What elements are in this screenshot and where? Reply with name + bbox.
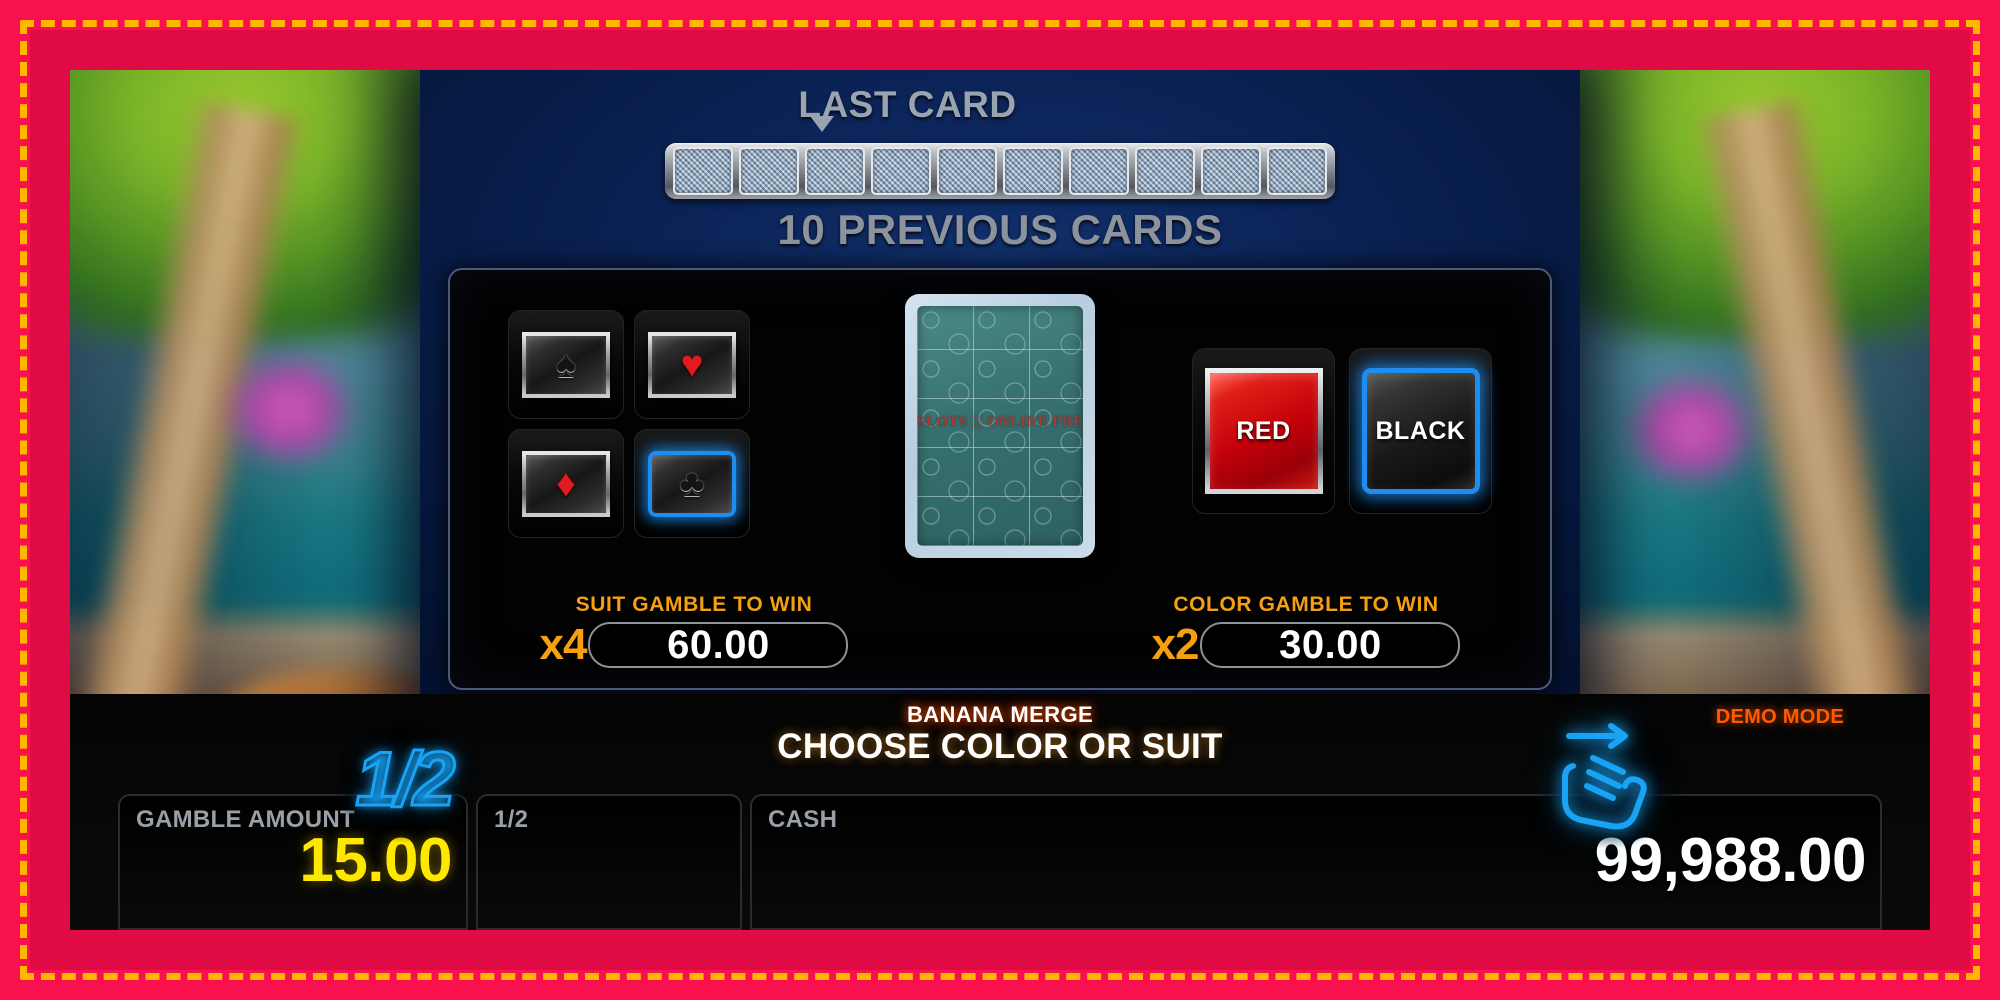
- color-gamble-row: x2 30.00: [1096, 620, 1516, 670]
- cash-value: 99,988.00: [1594, 826, 1867, 895]
- decorative-frame: LAST CARD 10 PREVIOUS CARDS ♠ ♥ ♦ ♣ SLOTS ░…: [0, 0, 2000, 1000]
- half-meter-label: 1/2: [494, 806, 529, 833]
- suit-face-diamond: ♦: [522, 450, 610, 517]
- previous-card: [805, 147, 865, 195]
- last-card-header: LAST CARD: [420, 84, 1580, 126]
- game-viewport: LAST CARD 10 PREVIOUS CARDS ♠ ♥ ♦ ♣ SLOTS ░…: [70, 70, 1930, 930]
- suit-gamble-value: 60.00: [667, 622, 770, 667]
- color-label-black: BLACK: [1375, 416, 1466, 445]
- color-face-red: RED: [1204, 368, 1323, 494]
- half-gamble-label: 1/2: [354, 735, 457, 823]
- spade-icon: ♠: [555, 343, 577, 386]
- color-button-red[interactable]: RED: [1192, 348, 1335, 514]
- half-meter[interactable]: 1/2: [476, 794, 742, 930]
- suit-gamble-win: SUIT GAMBLE TO WIN x4 60.00: [484, 593, 904, 670]
- suit-gamble-multiplier: x4: [539, 620, 588, 669]
- color-gamble-value: 30.00: [1279, 622, 1382, 667]
- previous-cards-label: 10 PREVIOUS CARDS: [777, 206, 1223, 253]
- flower-cluster-right: [1620, 370, 1760, 490]
- suit-gamble-value-box: 60.00: [588, 622, 849, 668]
- card-back[interactable]: SLOTS ░ ONLINE FREE: [905, 294, 1095, 558]
- previous-cards-strip[interactable]: [665, 143, 1335, 199]
- color-gamble-win: COLOR GAMBLE TO WIN x2 30.00: [1096, 593, 1516, 670]
- club-icon: ♣: [679, 462, 705, 505]
- suit-face-spade: ♠: [522, 331, 610, 398]
- previous-card: [1267, 147, 1327, 195]
- previous-card: [1135, 147, 1195, 195]
- previous-card: [871, 147, 931, 195]
- heart-icon: ♥: [680, 343, 704, 386]
- suit-button-grid: ♠ ♥ ♦ ♣: [508, 310, 750, 538]
- suit-gamble-title: SUIT GAMBLE TO WIN: [575, 593, 813, 616]
- color-face-black: BLACK: [1361, 368, 1480, 494]
- previous-card: [739, 147, 799, 195]
- previous-card: [673, 147, 733, 195]
- suit-button-spade[interactable]: ♠: [508, 310, 624, 419]
- color-label-red: RED: [1236, 416, 1291, 445]
- previous-card: [1003, 147, 1063, 195]
- demo-mode-badge: DEMO MODE: [1715, 706, 1844, 728]
- suit-face-heart: ♥: [648, 331, 736, 398]
- gamble-panel: ♠ ♥ ♦ ♣ SLOTS ░ ONLINE FREE RED BLACK SUIT G…: [448, 268, 1552, 690]
- card-back-pattern: SLOTS ░ ONLINE FREE: [917, 306, 1083, 546]
- color-gamble-value-box: 30.00: [1200, 622, 1461, 668]
- gamble-card[interactable]: SLOTS ░ ONLINE FREE: [905, 294, 1095, 558]
- swipe-hand-button[interactable]: [1524, 700, 1694, 850]
- half-gamble-button[interactable]: 1/2: [324, 714, 484, 844]
- suit-button-diamond[interactable]: ♦: [508, 429, 624, 538]
- diamond-icon: ♦: [556, 462, 576, 505]
- color-button-grid: RED BLACK: [1192, 348, 1492, 514]
- flower-cluster-left: [220, 350, 360, 470]
- cash-meter[interactable]: CASH 99,988.00: [750, 794, 1882, 930]
- previous-card: [1201, 147, 1261, 195]
- color-gamble-title: COLOR GAMBLE TO WIN: [1173, 593, 1439, 616]
- suit-button-club[interactable]: ♣: [634, 429, 750, 538]
- previous-card: [937, 147, 997, 195]
- color-button-black[interactable]: BLACK: [1349, 348, 1492, 514]
- color-gamble-multiplier: x2: [1151, 620, 1200, 669]
- suit-face-club: ♣: [648, 450, 736, 517]
- last-card-pointer-icon: [810, 116, 834, 132]
- swipe-hand-icon: [1562, 723, 1647, 830]
- suit-gamble-row: x4 60.00: [484, 620, 904, 670]
- suit-button-heart[interactable]: ♥: [634, 310, 750, 419]
- card-watermark: SLOTS ░ ONLINE FREE: [917, 414, 1083, 430]
- previous-card: [1069, 147, 1129, 195]
